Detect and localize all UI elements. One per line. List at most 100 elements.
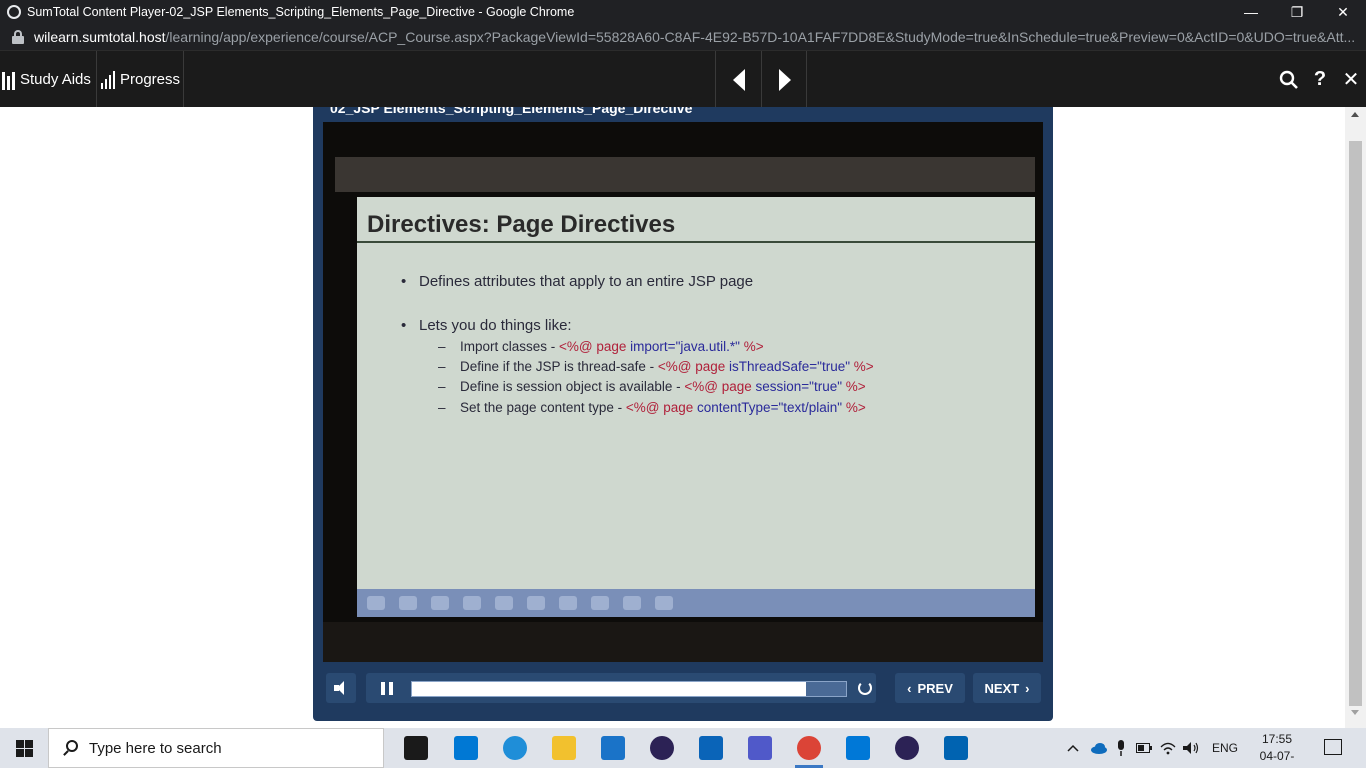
search-placeholder: Type here to search — [89, 739, 222, 757]
code-directive: <%@ page — [657, 359, 729, 374]
monitor-bottom — [323, 622, 1043, 662]
sub-item-text: Define is session object is available - — [460, 379, 685, 394]
player-toolbar: Study Aids Progress ? ✕ — [0, 50, 1366, 108]
search-button[interactable] — [1274, 51, 1304, 108]
taskbar-app-teams[interactable] — [740, 732, 780, 764]
arrow-left-icon — [732, 68, 745, 91]
code-attribute: isThreadSafe="true" — [729, 359, 851, 374]
taskbar-app-eclipse-2[interactable] — [887, 732, 927, 764]
eclipse-icon — [650, 736, 674, 760]
study-aids-label: Study Aids — [20, 71, 91, 88]
chrome-icon — [7, 5, 21, 19]
taskbar-app-vscode[interactable] — [838, 732, 878, 764]
code-end: %> — [739, 339, 764, 354]
close-player-button[interactable]: ✕ — [1336, 51, 1366, 108]
prev-label: PREV — [917, 680, 953, 696]
slide-sub-item: Set the page content type - <%@ page con… — [438, 400, 866, 415]
scrollbar-thumb[interactable] — [1349, 141, 1362, 706]
help-button[interactable]: ? — [1305, 51, 1335, 108]
content-area: 02_JSP Elements_Scripting_Elements_Page_… — [0, 107, 1345, 728]
language-indicator[interactable]: ENG — [1212, 741, 1238, 755]
volume-icon[interactable] — [1182, 741, 1200, 755]
toolbar-divider — [806, 51, 807, 108]
prev-button[interactable]: ‹ PREV — [895, 673, 965, 703]
code-directive: <%@ page — [559, 339, 631, 354]
previous-page-button[interactable] — [716, 51, 761, 108]
replay-button[interactable] — [854, 673, 876, 703]
content-player: 02_JSP Elements_Scripting_Elements_Page_… — [313, 107, 1053, 721]
arrow-right-icon — [778, 68, 791, 91]
slide-taskbar — [357, 589, 1035, 617]
taskbar-app-outlook[interactable] — [691, 732, 731, 764]
speaker-icon — [334, 681, 348, 695]
taskbar-app-edge[interactable] — [495, 732, 535, 764]
next-button[interactable]: NEXT › — [973, 673, 1041, 703]
slide-bullet: Defines attributes that apply to an enti… — [401, 273, 753, 290]
taskbar-app-photos[interactable] — [936, 732, 976, 764]
code-attribute: session="true" — [755, 379, 843, 394]
scroll-down-arrow-icon[interactable] — [1351, 710, 1359, 715]
player-controls: ‹ PREV NEXT › — [323, 665, 1043, 711]
mute-button[interactable] — [326, 673, 356, 703]
notifications-icon[interactable] — [1324, 739, 1342, 755]
lecture-slide: Directives: Page Directives Defines attr… — [357, 197, 1035, 617]
scroll-up-arrow-icon[interactable] — [1351, 112, 1359, 117]
code-attribute: contentType="text/plain" — [697, 400, 843, 415]
system-tray: ENG — [1066, 728, 1238, 768]
vscode-icon — [846, 736, 870, 760]
code-attribute: import="java.util.*" — [630, 339, 740, 354]
windows-start-icon[interactable] — [16, 740, 33, 757]
monitor-bezel — [335, 157, 1035, 192]
code-directive: <%@ page — [625, 400, 698, 415]
photos-icon — [944, 736, 968, 760]
progress-label: Progress — [120, 71, 181, 88]
code-end: %> — [842, 379, 866, 394]
pause-button[interactable] — [372, 673, 402, 703]
slide-sub-item: Define is session object is available - … — [438, 379, 866, 394]
edge-icon — [503, 736, 527, 760]
progress-bars-icon — [101, 70, 117, 89]
replay-icon — [858, 681, 872, 695]
video-frame[interactable]: Directives: Page Directives Defines attr… — [323, 122, 1043, 662]
code-directive: <%@ page — [684, 379, 756, 394]
address-bar[interactable]: wilearn.sumtotal.host/learning/app/exper… — [0, 24, 1366, 50]
lock-icon[interactable] — [12, 30, 24, 44]
url-path: /learning/app/experience/course/ACP_Cour… — [165, 29, 1356, 45]
taskbar-app-eclipse[interactable] — [642, 732, 682, 764]
chevron-right-icon: › — [1025, 680, 1030, 696]
progress-button[interactable]: Progress — [101, 51, 180, 108]
taskbar-clock[interactable]: 17:55 04-07-2022 — [1248, 731, 1306, 768]
slide-bullet: Lets you do things like: — [401, 317, 572, 334]
taskbar-app-task-view[interactable] — [396, 732, 436, 764]
restore-button[interactable]: ❐ — [1274, 0, 1320, 24]
window-controls: — ❐ ✕ — [1228, 0, 1366, 24]
slide-sub-item: Define if the JSP is thread-safe - <%@ p… — [438, 359, 874, 374]
chevron-up-icon[interactable] — [1066, 743, 1080, 753]
chrome-icon — [797, 736, 821, 760]
microphone-icon[interactable] — [1116, 740, 1126, 756]
playback-progress-track[interactable] — [411, 681, 847, 697]
battery-icon[interactable] — [1136, 743, 1152, 753]
study-aids-button[interactable]: Study Aids — [2, 51, 91, 108]
task-view-icon — [404, 736, 428, 760]
mail-icon — [601, 736, 625, 760]
page-scrollbar[interactable] — [1345, 107, 1366, 728]
url-text[interactable]: wilearn.sumtotal.host/learning/app/exper… — [34, 29, 1364, 45]
taskbar-app-chrome[interactable] — [789, 732, 829, 768]
outlook-icon — [699, 736, 723, 760]
taskbar-search-box[interactable]: Type here to search — [48, 728, 384, 768]
onedrive-icon[interactable] — [1090, 742, 1108, 754]
taskbar-app-mail[interactable] — [593, 732, 633, 764]
close-window-button[interactable]: ✕ — [1320, 0, 1366, 24]
next-page-button[interactable] — [762, 51, 807, 108]
minimize-button[interactable]: — — [1228, 0, 1274, 24]
player-title: 02_JSP Elements_Scripting_Elements_Page_… — [330, 107, 693, 116]
wifi-icon[interactable] — [1160, 741, 1176, 755]
sub-item-text: Set the page content type - — [460, 400, 626, 415]
pause-icon — [381, 681, 393, 695]
next-label: NEXT — [984, 680, 1020, 696]
study-aids-icon — [2, 70, 18, 90]
clock-date: 04-07-2022 — [1259, 749, 1295, 768]
taskbar-app-microsoft-store[interactable] — [446, 732, 486, 764]
taskbar-app-file-explorer[interactable] — [544, 732, 584, 764]
